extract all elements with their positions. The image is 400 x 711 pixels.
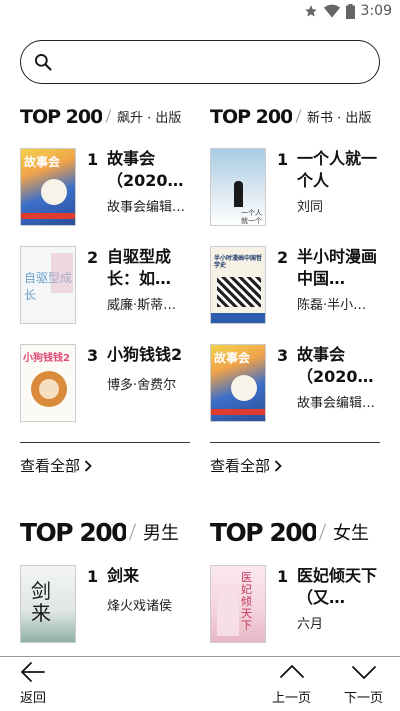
view-all-label: 查看全部	[20, 457, 81, 475]
top200-logo: TOP 200	[210, 106, 292, 126]
prev-page-button[interactable]: 上一页	[272, 661, 311, 706]
book-title: 自驱型成长：如…	[107, 247, 172, 288]
divider	[20, 442, 190, 443]
section-male: TOP 200 男生 剑来 1 剑来 烽火戏诸侯	[20, 517, 190, 647]
book-rank: 3	[277, 346, 289, 365]
search-icon	[35, 54, 52, 71]
book-cover: 故事会	[210, 344, 266, 422]
back-label: 返回	[20, 691, 47, 706]
book-cover: 剑来	[20, 565, 76, 643]
view-all-link[interactable]: 查看全部	[20, 455, 92, 476]
top200-logo: TOP 200	[20, 106, 102, 126]
battery-icon	[345, 3, 355, 19]
book-title: 故事会（2020…	[107, 149, 184, 190]
book-item[interactable]: 故事会 1 故事会（2020… 故事会编辑…	[20, 148, 190, 228]
book-rank: 1	[277, 150, 289, 169]
book-author: 刘同	[297, 200, 324, 215]
book-author: 陈磊·半小…	[297, 298, 367, 313]
book-item[interactable]: 小狗钱钱2 3 小狗钱钱2 博多·舍费尔	[20, 344, 190, 424]
svg-text:TOP 200: TOP 200	[210, 519, 316, 545]
svg-text:TOP 200: TOP 200	[210, 106, 292, 126]
book-title: 剑来	[107, 566, 140, 585]
book-author: 六月	[297, 617, 324, 632]
prev-page-label: 上一页	[272, 691, 312, 706]
status-icons: 3:09	[304, 3, 392, 19]
book-title: 医妃倾天下（又…	[297, 566, 378, 607]
top200-logo: TOP 200	[20, 519, 126, 545]
section-subtitle: 新书 · 出版	[307, 110, 372, 126]
divider	[210, 442, 380, 443]
section-subtitle: 女生	[333, 523, 369, 544]
status-bar: 3:09	[0, 0, 400, 24]
bottom-nav-bar: 返回 上一页 下一页	[0, 656, 400, 711]
book-cover: 一个人就一个人	[210, 148, 266, 226]
section-header[interactable]: TOP 200 飙升 · 出版	[20, 104, 190, 128]
book-title: 故事会（2020…	[297, 345, 374, 386]
book-author: 故事会编辑…	[107, 200, 186, 215]
book-author: 博多·舍费尔	[107, 378, 177, 393]
section-new-publish: TOP 200 新书 · 出版 一个人就一个人 1 一个人就一个人 刘同 半小时…	[210, 104, 380, 484]
book-rank: 3	[87, 346, 99, 365]
next-page-button[interactable]: 下一页	[344, 661, 383, 706]
chevron-down-icon	[351, 666, 376, 679]
book-rank: 2	[87, 248, 99, 267]
view-all-label: 查看全部	[210, 457, 271, 475]
book-cover: 故事会	[20, 148, 76, 226]
book-item[interactable]: 一个人就一个人 1 一个人就一个人 刘同	[210, 148, 380, 228]
book-item[interactable]: 自驱型成长 2 自驱型成长：如… 威廉·斯蒂…	[20, 246, 190, 326]
book-cover: 小狗钱钱2	[20, 344, 76, 422]
section-female: TOP 200 女生 医妃倾天下 1 医妃倾天下（又… 六月	[210, 517, 380, 647]
book-author: 烽火戏诸侯	[107, 599, 173, 614]
book-rank: 1	[87, 150, 99, 169]
star-icon	[304, 5, 317, 17]
book-item[interactable]: 半小时漫画中国哲学史 2 半小时漫画中国… 陈磊·半小…	[210, 246, 380, 326]
arrow-left-icon	[21, 662, 45, 682]
view-all-link[interactable]: 查看全部	[210, 455, 282, 476]
book-title: 小狗钱钱2	[107, 345, 183, 364]
section-header[interactable]: TOP 200 女生	[210, 517, 380, 547]
wifi-icon	[323, 4, 340, 18]
search-input[interactable]	[20, 40, 380, 84]
svg-text:TOP 200: TOP 200	[20, 519, 126, 545]
back-button[interactable]: 返回	[20, 661, 46, 706]
top200-logo: TOP 200	[210, 519, 316, 545]
chevron-right-icon	[84, 459, 92, 472]
section-rising-publish: TOP 200 飙升 · 出版 故事会 1 故事会（2020… 故事会编辑… 自…	[20, 104, 190, 484]
status-time: 3:09	[360, 3, 392, 19]
book-rank: 2	[277, 248, 289, 267]
book-item[interactable]: 剑来 1 剑来 烽火戏诸侯	[20, 565, 190, 645]
book-cover: 自驱型成长	[20, 246, 76, 324]
book-title: 一个人就一个人	[297, 149, 378, 190]
book-item[interactable]: 医妃倾天下 1 医妃倾天下（又… 六月	[210, 565, 380, 645]
next-page-label: 下一页	[344, 691, 384, 706]
book-cover: 医妃倾天下	[210, 565, 266, 643]
book-rank: 1	[87, 567, 99, 586]
book-title: 半小时漫画中国…	[297, 247, 378, 288]
chevron-right-icon	[274, 459, 282, 472]
book-cover: 半小时漫画中国哲学史	[210, 246, 266, 324]
chevron-up-icon	[279, 665, 304, 678]
book-item[interactable]: 故事会 3 故事会（2020… 故事会编辑…	[210, 344, 380, 424]
book-rank: 1	[277, 567, 289, 586]
section-subtitle: 飙升 · 出版	[117, 110, 182, 126]
svg-text:TOP 200: TOP 200	[20, 106, 102, 126]
section-header[interactable]: TOP 200 新书 · 出版	[210, 104, 380, 128]
book-author: 威廉·斯蒂…	[107, 298, 177, 313]
book-author: 故事会编辑…	[297, 396, 376, 411]
section-subtitle: 男生	[143, 523, 179, 544]
section-header[interactable]: TOP 200 男生	[20, 517, 190, 547]
